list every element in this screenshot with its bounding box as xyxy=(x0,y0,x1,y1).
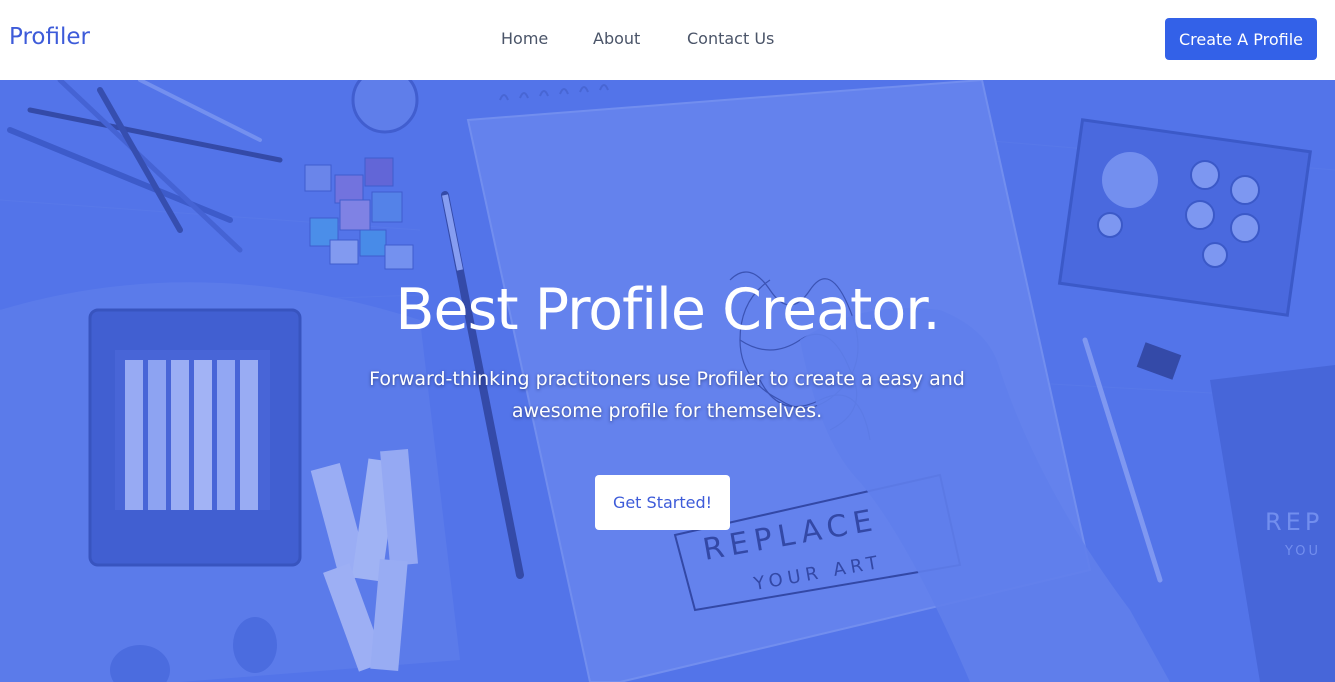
navbar: Profiler Home About Contact Us Create A … xyxy=(0,0,1335,80)
nav-link-contact-us[interactable]: Contact Us xyxy=(687,29,774,48)
get-started-button[interactable]: Get Started! xyxy=(595,475,730,530)
nav-links: Home About Contact Us xyxy=(0,0,1335,80)
hero-subtitle: Forward-thinking practitoners use Profil… xyxy=(369,368,965,422)
nav-link-about[interactable]: About xyxy=(593,29,640,48)
hero-section: REPLACE YOUR ART REP YOU Best Profile Cr… xyxy=(0,80,1335,682)
hero-title: Best Profile Creator. xyxy=(395,277,940,343)
create-profile-button[interactable]: Create A Profile xyxy=(1165,18,1317,60)
nav-link-home[interactable]: Home xyxy=(501,29,548,48)
